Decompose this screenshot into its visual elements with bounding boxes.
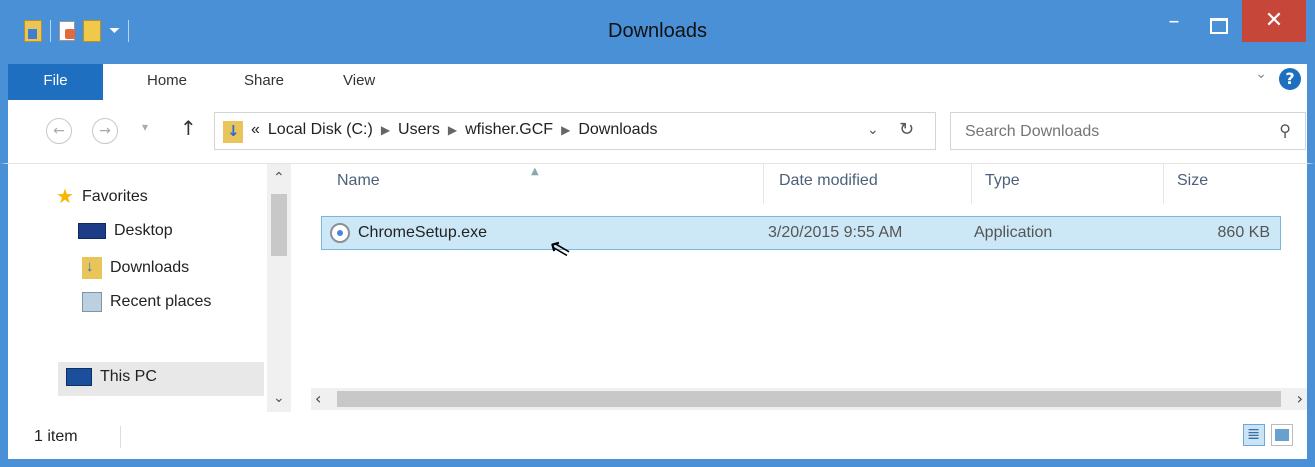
breadcrumb-users[interactable]: Users <box>398 121 440 139</box>
column-header-type[interactable]: Type <box>985 172 1020 190</box>
column-header-date-modified[interactable]: Date modified <box>779 172 878 190</box>
this-pc-icon <box>66 368 92 386</box>
breadcrumb-arrow-icon[interactable]: ▶ <box>561 123 570 137</box>
nav-item-favorites[interactable]: ★ Favorites <box>56 184 148 209</box>
tab-file[interactable]: File <box>8 64 103 100</box>
nav-item-this-pc[interactable]: This PC <box>58 362 264 396</box>
navigation-pane: ★ Favorites Desktop Downloads Recent pla… <box>8 164 267 412</box>
nav-item-label: Recent places <box>110 293 212 310</box>
downloads-folder-icon <box>82 257 102 279</box>
file-date-modified: 3/20/2015 9:55 AM <box>768 224 903 241</box>
nav-item-label: This PC <box>100 368 157 385</box>
help-button[interactable]: ? <box>1279 68 1301 90</box>
window-title: Downloads <box>608 20 707 42</box>
file-name: ChromeSetup.exe <box>358 224 487 241</box>
column-header-size[interactable]: Size <box>1177 172 1208 190</box>
breadcrumb: « Local Disk (C:) ▶ Users ▶ wfisher.GCF … <box>251 121 657 139</box>
breadcrumb-arrow-icon[interactable]: ▶ <box>381 123 390 137</box>
maximize-icon <box>1210 18 1228 34</box>
tab-view[interactable]: View <box>343 64 375 100</box>
scroll-left-icon[interactable]: ‹ <box>315 389 321 408</box>
search-box[interactable]: ⚲ <box>950 112 1306 150</box>
nav-item-label: Desktop <box>114 222 173 239</box>
downloads-folder-icon <box>223 121 243 143</box>
expand-ribbon-icon[interactable]: ⌄ <box>1255 66 1267 82</box>
status-divider <box>120 426 121 448</box>
content-area: ★ Favorites Desktop Downloads Recent pla… <box>0 164 1315 412</box>
column-divider[interactable] <box>763 164 764 204</box>
horizontal-scrollbar[interactable]: ‹ › <box>311 388 1307 410</box>
nav-item-desktop[interactable]: Desktop <box>78 222 173 240</box>
maximize-button[interactable] <box>1198 10 1234 40</box>
search-icon[interactable]: ⚲ <box>1279 121 1291 140</box>
breadcrumb-wfisher[interactable]: wfisher.GCF <box>465 121 553 139</box>
scrollbar-thumb[interactable] <box>337 391 1281 407</box>
column-header-name[interactable]: Name <box>337 172 380 190</box>
breadcrumb-downloads[interactable]: Downloads <box>578 121 657 139</box>
address-toolbar: ← → ▾ ↑ « Local Disk (C:) ▶ Users ▶ wfis… <box>0 100 1315 164</box>
search-input[interactable] <box>963 120 1257 144</box>
title-bar: ⏷ Downloads – ✕ <box>0 0 1315 64</box>
breadcrumb-local-disk[interactable]: Local Disk (C:) <box>268 121 373 139</box>
details-view-icon[interactable] <box>1243 424 1265 446</box>
recent-locations-dropdown-icon[interactable]: ▾ <box>142 120 148 134</box>
column-divider[interactable] <box>1163 164 1164 204</box>
nav-item-label: Favorites <box>81 187 148 205</box>
breadcrumb-arrow-icon[interactable]: ▶ <box>448 123 457 137</box>
address-history-dropdown-icon[interactable]: ⌄ <box>867 122 879 138</box>
forward-button[interactable]: → <box>92 118 118 144</box>
table-row[interactable]: ChromeSetup.exe 3/20/2015 9:55 AM Applic… <box>321 216 1281 250</box>
item-count: 1 item <box>34 428 78 445</box>
nav-item-downloads[interactable]: Downloads <box>82 257 189 279</box>
file-list: ▲ Name Date modified Type Size ChromeSet… <box>291 164 1307 412</box>
tab-home[interactable]: Home <box>147 64 187 100</box>
scroll-right-icon[interactable]: › <box>1297 389 1303 408</box>
star-icon: ★ <box>56 186 74 208</box>
file-type: Application <box>974 224 1053 241</box>
breadcrumb-overflow[interactable]: « <box>251 121 260 139</box>
status-bar: 1 item <box>0 412 1315 467</box>
minimize-button[interactable]: – <box>1156 11 1192 42</box>
recent-places-icon <box>82 292 102 312</box>
nav-item-label: Downloads <box>110 259 190 276</box>
column-divider[interactable] <box>971 164 972 204</box>
chrome-setup-icon <box>330 223 350 243</box>
file-size: 860 KB <box>1217 224 1270 241</box>
scroll-down-icon[interactable]: ⌄ <box>273 390 285 406</box>
tab-share[interactable]: Share <box>244 64 284 100</box>
close-button[interactable]: ✕ <box>1242 0 1306 42</box>
scrollbar-thumb[interactable] <box>271 194 287 256</box>
refresh-icon[interactable]: ↻ <box>899 119 914 140</box>
back-button[interactable]: ← <box>46 118 72 144</box>
up-one-level-button[interactable]: ↑ <box>180 116 197 140</box>
large-icons-view-icon[interactable] <box>1271 424 1293 446</box>
nav-item-recent-places[interactable]: Recent places <box>82 292 211 312</box>
address-bar[interactable]: « Local Disk (C:) ▶ Users ▶ wfisher.GCF … <box>214 112 936 150</box>
scroll-up-icon[interactable]: ⌃ <box>273 170 285 186</box>
desktop-icon <box>78 223 106 239</box>
nav-pane-vertical-scrollbar[interactable]: ⌃ ⌄ <box>267 164 291 412</box>
ribbon-tabs: File Home Share View ⌄ ? <box>0 64 1315 100</box>
explorer-window: ⏷ Downloads – ✕ File Home Share View ⌄ ?… <box>0 0 1315 467</box>
nav-item-this-pc-content: This PC <box>66 368 157 386</box>
sort-ascending-icon: ▲ <box>531 166 539 177</box>
